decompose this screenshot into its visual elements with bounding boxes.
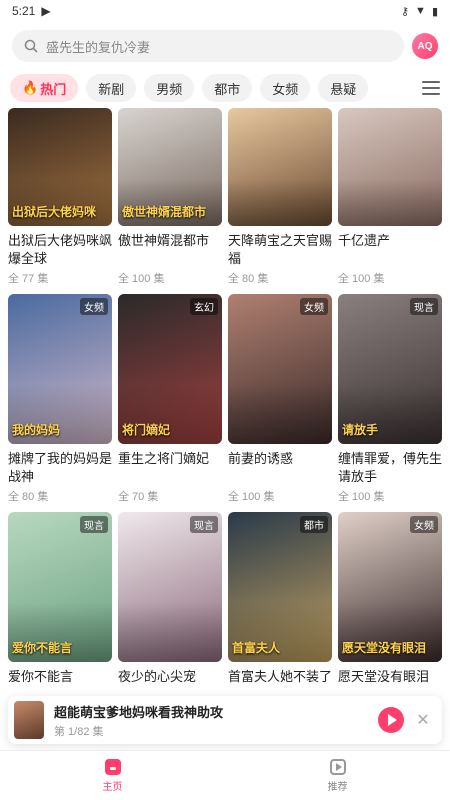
tab-city[interactable]: 都市	[202, 74, 253, 102]
drama-cover: 玄幻将门嫡妃	[118, 294, 222, 444]
play-square-icon	[329, 758, 346, 775]
drama-card[interactable]: 玄幻将门嫡妃重生之将门嫡妃全 70 集	[118, 294, 222, 504]
episode-count: 全 100 集	[338, 273, 385, 285]
drama-cover	[228, 108, 332, 226]
drama-card[interactable]: 女频愿天堂没有眼泪 愿天堂没有眼泪	[338, 512, 442, 704]
key-icon: ⚷	[400, 5, 410, 18]
drama-title: 傲世神婿混都市	[118, 233, 210, 248]
drama-card[interactable]: 现言请放手缠情罪爱，傅先生请放手全 100 集	[338, 294, 442, 504]
drama-card[interactable]: 女频前妻的诱惑全 100 集	[228, 294, 332, 504]
cover-title-text: 请放手	[342, 423, 379, 437]
nav-home[interactable]: 主页	[0, 751, 225, 800]
drama-card[interactable]: 都市 首富夫人 首富夫人她不装了	[228, 512, 332, 704]
drama-title: 前妻的诱惑	[228, 451, 294, 466]
player-thumbnail	[14, 701, 44, 739]
tab-male[interactable]: 男频	[144, 74, 195, 102]
cover-title-text: 愿天堂没有眼泪	[342, 641, 427, 655]
episode-count: 全 100 集	[338, 491, 385, 503]
cover-title-text: 将门嫡妃	[122, 423, 171, 437]
close-icon[interactable]: ✕	[414, 710, 432, 730]
drama-card[interactable]: 天降萌宝之天官赐福全 80 集	[228, 108, 332, 286]
cover-title-text: 傲世神婿混都市	[122, 205, 207, 219]
drama-cover: 现言请放手	[338, 294, 442, 444]
genre-badge: 现言	[80, 516, 108, 533]
status-bar: 5:21 ▶ ⚷ ▼ ▮	[0, 0, 450, 22]
drama-card[interactable]: 傲世神婿混都市 傲世神婿混都市全 100 集	[118, 108, 222, 286]
genre-badge: 女频	[80, 298, 108, 315]
player-title: 超能萌宝爹地妈咪看我神助攻	[54, 704, 224, 720]
home-icon	[104, 758, 121, 775]
drama-cover: 女频愿天堂没有眼泪	[338, 512, 442, 662]
drama-cover: 出狱后大佬妈咪	[8, 108, 112, 226]
drama-title: 重生之将门嫡妃	[118, 451, 210, 466]
drama-grid: 出狱后大佬妈咪 出狱后大佬妈咪飒爆全球全 77 集傲世神婿混都市 傲世神婿混都市全 …	[8, 108, 442, 704]
drama-title: 缠情罪爱，傅先生请放手	[338, 451, 442, 484]
drama-card[interactable]: 出狱后大佬妈咪出狱后大佬妈咪飒爆全球全 77 集	[8, 108, 112, 286]
tab-hot[interactable]: 🔥 热门	[10, 74, 79, 102]
cover-title-text: 首富夫人	[232, 641, 281, 655]
cover-title-text: 爱你不能言	[12, 641, 73, 655]
genre-badge: 都市	[300, 516, 328, 533]
drama-cover	[338, 108, 442, 226]
cover-title-text: 出狱后大佬妈咪	[12, 205, 97, 219]
genre-badge: 女频	[410, 516, 438, 533]
category-tabs: 🔥 热门 新剧 男频 都市 女频 悬疑	[10, 72, 440, 104]
episode-count: 全 80 集	[228, 273, 269, 285]
drama-card[interactable]: 现言 夜少的心尖宠	[118, 512, 222, 704]
drama-cover: 现言	[118, 512, 222, 662]
genre-badge: 现言	[410, 298, 438, 315]
drama-cover: 女频	[228, 294, 332, 444]
drama-cover: 都市首富夫人	[228, 512, 332, 662]
app-notification-icon: ▶	[41, 4, 51, 18]
drama-card[interactable]: 现言爱你不能言 爱你不能言	[8, 512, 112, 704]
episode-count: 全 77 集	[8, 273, 49, 285]
drama-cover: 女频我的妈妈	[8, 294, 112, 444]
status-time: 5:21	[12, 4, 36, 18]
drama-title: 天降萌宝之天官赐福	[228, 233, 332, 266]
drama-cover: 傲世神婿混都市	[118, 108, 222, 226]
episode-count: 全 80 集	[8, 491, 49, 503]
genre-badge: 女频	[300, 298, 328, 315]
drama-title: 出狱后大佬妈咪飒爆全球	[8, 233, 112, 266]
wifi-icon: ▼	[415, 5, 426, 17]
episode-count: 全 100 集	[118, 273, 165, 285]
nav-recommend[interactable]: 推荐	[225, 751, 450, 800]
player-episode: 第 1/82 集	[54, 725, 104, 738]
tab-female[interactable]: 女频	[260, 74, 311, 102]
genre-badge: 现言	[190, 516, 218, 533]
tab-new[interactable]: 新剧	[86, 74, 137, 102]
cover-title-text: 我的妈妈	[12, 423, 61, 437]
episode-count: 全 100 集	[228, 491, 275, 503]
bottom-nav: 主页 推荐	[0, 750, 450, 800]
user-avatar-icon[interactable]: AQ	[412, 33, 438, 59]
search-placeholder: 盛先生的复仇冷妻	[46, 39, 151, 55]
genre-badge: 玄幻	[190, 298, 218, 315]
fire-icon: 🔥	[22, 80, 39, 95]
drama-cover: 现言爱你不能言	[8, 512, 112, 662]
search-row: 盛先生的复仇冷妻 AQ	[12, 30, 438, 62]
mini-player[interactable]: 超能萌宝爹地妈咪看我神助攻 第 1/82 集 ✕	[8, 696, 442, 744]
drama-card[interactable]: 千亿遗产全 100 集	[338, 108, 442, 286]
drama-title: 摊牌了我的妈妈是战神	[8, 451, 112, 484]
battery-icon: ▮	[431, 5, 438, 18]
search-icon	[24, 39, 38, 53]
search-input[interactable]: 盛先生的复仇冷妻	[12, 30, 404, 62]
episode-count: 全 70 集	[118, 491, 159, 503]
drama-title: 千亿遗产	[338, 233, 391, 248]
category-menu-icon[interactable]	[422, 81, 440, 95]
drama-card[interactable]: 女频我的妈妈摊牌了我的妈妈是战神全 80 集	[8, 294, 112, 504]
tab-suspense[interactable]: 悬疑	[318, 74, 369, 102]
play-button[interactable]	[378, 707, 404, 733]
